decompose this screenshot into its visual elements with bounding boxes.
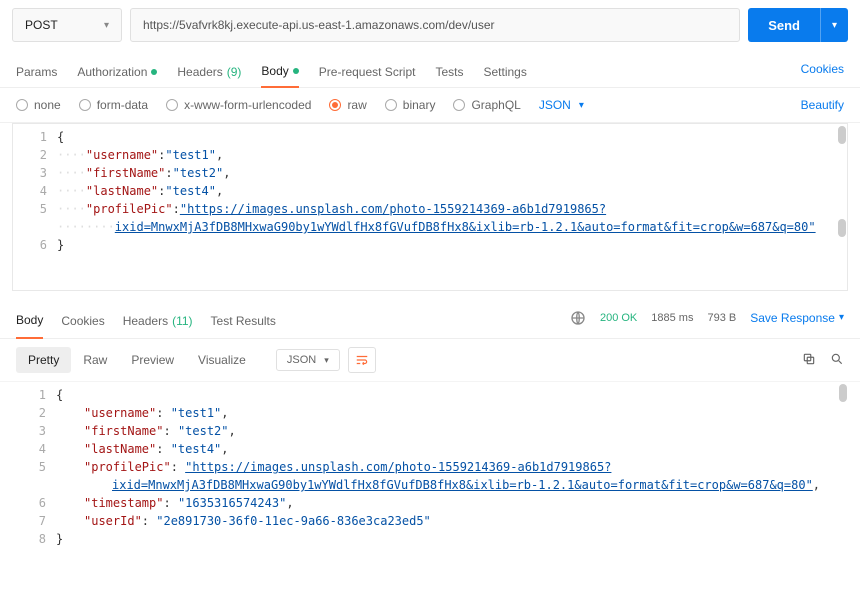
request-tabs: Params Authorization Headers (9) Body Pr… (0, 50, 860, 88)
radio-form-data[interactable]: form-data (79, 98, 148, 112)
tab-settings[interactable]: Settings (484, 59, 527, 87)
dot-indicator-icon (151, 69, 157, 75)
tab-authorization[interactable]: Authorization (77, 59, 157, 87)
resp-tab-test-results[interactable]: Test Results (211, 308, 276, 338)
tab-tests[interactable]: Tests (435, 59, 463, 87)
response-format-select[interactable]: JSON▾ (276, 349, 340, 371)
tab-params[interactable]: Params (16, 59, 57, 87)
radio-raw[interactable]: raw (329, 98, 366, 112)
chevron-down-icon: ▾ (839, 312, 844, 323)
tab-body[interactable]: Body (261, 58, 298, 88)
save-response-button[interactable]: Save Response▾ (750, 311, 844, 325)
globe-icon (570, 310, 586, 326)
editor-scrollbar[interactable] (837, 124, 847, 290)
request-body-editor[interactable]: 1{ 2····"username":"test1", 3····"firstN… (12, 123, 848, 291)
resp-tab-body[interactable]: Body (16, 307, 43, 339)
view-visualize[interactable]: Visualize (186, 347, 258, 373)
http-method-select[interactable]: POST ▾ (12, 8, 122, 42)
chevron-down-icon: ▾ (579, 100, 584, 111)
send-button[interactable]: Send (748, 8, 820, 42)
body-language-select[interactable]: JSON▾ (539, 98, 584, 112)
response-scrollbar[interactable] (838, 382, 848, 562)
chevron-down-icon: ▾ (104, 20, 109, 31)
search-icon[interactable] (830, 352, 844, 369)
dot-indicator-icon (293, 68, 299, 74)
view-preview[interactable]: Preview (119, 347, 186, 373)
radio-none[interactable]: none (16, 98, 61, 112)
status-code: 200 OK (600, 312, 637, 324)
radio-urlencoded[interactable]: x-www-form-urlencoded (166, 98, 311, 112)
copy-icon[interactable] (802, 352, 816, 369)
response-tabs: Body Cookies Headers (11) Test Results 2… (0, 297, 860, 339)
request-url-input[interactable]: https://5vafvrk8kj.execute-api.us-east-1… (130, 8, 740, 42)
send-dropdown-button[interactable]: ▾ (820, 8, 848, 42)
chevron-down-icon: ▾ (832, 20, 837, 31)
resp-tab-headers[interactable]: Headers (11) (123, 308, 193, 338)
radio-binary[interactable]: binary (385, 98, 436, 112)
radio-graphql[interactable]: GraphQL (453, 98, 520, 112)
beautify-button[interactable]: Beautify (801, 98, 844, 112)
view-raw[interactable]: Raw (71, 347, 119, 373)
response-time: 1885 ms (651, 312, 693, 324)
body-type-options: none form-data x-www-form-urlencoded raw… (0, 88, 860, 123)
tab-prerequest[interactable]: Pre-request Script (319, 59, 416, 87)
resp-tab-cookies[interactable]: Cookies (61, 308, 104, 338)
http-method-value: POST (25, 18, 58, 32)
wrap-lines-button[interactable] (348, 347, 376, 373)
view-pretty[interactable]: Pretty (16, 347, 71, 373)
tab-headers[interactable]: Headers (9) (177, 59, 241, 87)
cookies-link[interactable]: Cookies (801, 62, 844, 84)
chevron-down-icon: ▾ (324, 355, 329, 366)
response-view-options: Pretty Raw Preview Visualize JSON▾ (0, 339, 860, 382)
response-body-editor[interactable]: 1{ 2"username": "test1", 3"firstName": "… (12, 382, 848, 562)
wrap-icon (355, 353, 369, 367)
response-size: 793 B (707, 312, 736, 324)
